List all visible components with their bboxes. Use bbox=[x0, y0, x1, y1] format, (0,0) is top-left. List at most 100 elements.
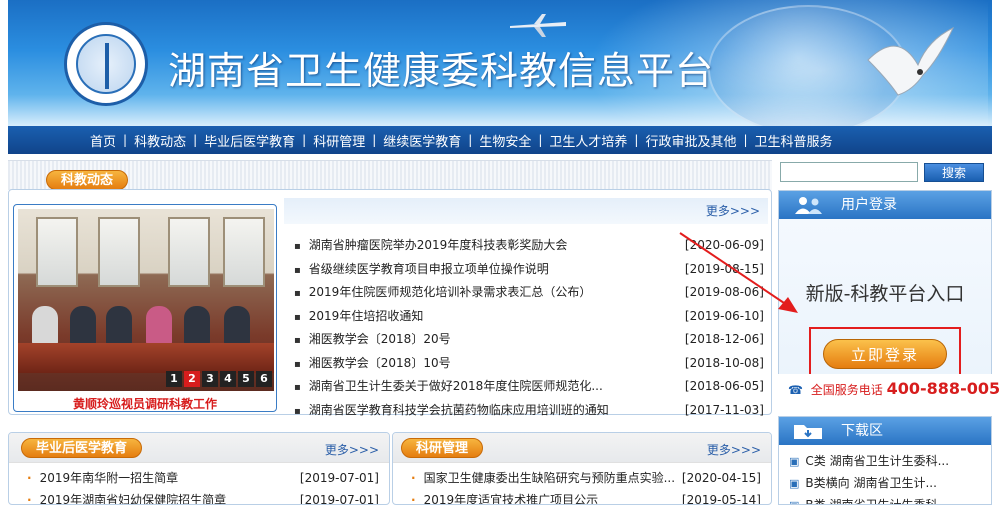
news-date: [2018-10-08] bbox=[684, 355, 764, 370]
download-item[interactable]: B类 湖南省卫生计生委科... bbox=[779, 494, 991, 504]
list-item[interactable]: 2019年住院医师规范化培训补录需求表汇总（公布） [2019-08-06] bbox=[284, 281, 768, 305]
news-title[interactable]: 湖南省卫生计生委关于做好2018年度住院医师规范化... bbox=[294, 375, 603, 399]
list-item[interactable]: 湘医教学会〔2018〕20号 [2018-12-06] bbox=[284, 328, 768, 352]
users-icon bbox=[795, 197, 822, 214]
news-more-link[interactable]: 更多>>> bbox=[706, 204, 760, 218]
login-panel-head: 用户登录 bbox=[779, 191, 991, 219]
list-item[interactable]: 湖南省卫生计生委关于做好2018年度住院医师规范化... [2018-06-05] bbox=[284, 375, 768, 399]
graduate-more-link[interactable]: 更多>>> bbox=[325, 441, 379, 458]
graduate-education-panel: 毕业后医学教育 更多>>> 2019年南华附一招生简章[2019-07-01] … bbox=[8, 432, 390, 505]
search-input[interactable] bbox=[780, 162, 918, 182]
photo-window bbox=[223, 217, 265, 287]
login-highlight-frame: 立即登录 bbox=[809, 327, 961, 381]
news-panel: 1 2 3 4 5 6 黄顺玲巡视员调研科教工作 更多>>> 湖南省肿瘤医院举办… bbox=[8, 189, 772, 417]
photo-caption[interactable]: 黄顺玲巡视员调研科教工作 bbox=[18, 395, 272, 412]
news-date: [2017-11-03] bbox=[684, 402, 764, 417]
phone-icon: ☎ bbox=[788, 383, 803, 397]
photo-window bbox=[168, 217, 210, 287]
site-title: 湖南省卫生健康委科教信息平台 bbox=[168, 49, 715, 93]
pager-2[interactable]: 2 bbox=[184, 371, 200, 387]
list-item[interactable]: 2019年度适宜技术推广项目公示 [2019-05-14] bbox=[393, 489, 771, 505]
news-date: [2019-08-15] bbox=[684, 261, 764, 276]
research-management-panel: 科研管理 更多>>> 国家卫生健康委出生缺陷研究与预防重点实验... [2020-… bbox=[392, 432, 772, 505]
news-date: [2018-12-06] bbox=[684, 332, 764, 346]
research-tab[interactable]: 科研管理 bbox=[401, 438, 484, 458]
airplane-icon bbox=[510, 14, 566, 37]
photo-person bbox=[70, 306, 96, 346]
login-panel: 用户登录 新版-科教平台入口 立即登录 bbox=[778, 190, 992, 392]
graduate-date: [2019-07-01] bbox=[299, 471, 379, 485]
research-panel-head: 科研管理 更多>>> bbox=[393, 433, 771, 463]
news-title[interactable]: 省级继续医学教育项目申报立项单位操作说明 bbox=[294, 258, 549, 282]
nav-graduate-education[interactable]: 毕业后医学教育 bbox=[197, 131, 302, 150]
list-item[interactable]: 省级继续医学教育项目申报立项单位操作说明 [2019-08-15] bbox=[284, 258, 768, 282]
research-more-link[interactable]: 更多>>> bbox=[707, 441, 761, 458]
graduate-tab[interactable]: 毕业后医学教育 bbox=[21, 438, 143, 458]
site-header: 湖南省卫生健康委科教信息平台 bbox=[8, 0, 992, 126]
news-title[interactable]: 湘医教学会〔2018〕20号 bbox=[294, 328, 451, 352]
hotline-number: 400-888-0052 bbox=[886, 379, 1000, 398]
photo-person bbox=[224, 306, 250, 346]
slider-pager: 1 2 3 4 5 6 bbox=[166, 371, 272, 387]
news-title[interactable]: 湖南省肿瘤医院举办2019年度科技表彰奖励大会 bbox=[294, 234, 568, 258]
news-photo[interactable]: 1 2 3 4 5 6 bbox=[18, 209, 274, 391]
health-commission-logo bbox=[64, 22, 148, 106]
pager-4[interactable]: 4 bbox=[220, 371, 236, 387]
research-title[interactable]: 国家卫生健康委出生缺陷研究与预防重点实验... bbox=[411, 467, 675, 489]
folder-download-icon bbox=[794, 425, 822, 439]
login-title: 新版-科教平台入口 bbox=[805, 283, 965, 305]
service-hotline: ☎ 全国服务电话 400-888-0052 bbox=[778, 374, 1000, 404]
pager-6[interactable]: 6 bbox=[256, 371, 272, 387]
photo-person bbox=[106, 306, 132, 346]
nav-continuing-education[interactable]: 继续医学教育 bbox=[376, 131, 468, 150]
graduate-panel-head: 毕业后医学教育 更多>>> bbox=[9, 433, 389, 463]
list-item[interactable]: 湖南省肿瘤医院举办2019年度科技表彰奖励大会 [2020-06-09] bbox=[284, 234, 768, 258]
news-title[interactable]: 湘医教学会〔2018〕10号 bbox=[294, 352, 451, 376]
download-item[interactable]: C类 湖南省卫生计生委科... bbox=[779, 450, 991, 472]
list-item[interactable]: 湖南省医学教育科技学会抗菌药物临床应用培训班的通知 [2017-11-03] bbox=[284, 399, 768, 423]
news-title[interactable]: 湖南省医学教育科技学会抗菌药物临床应用培训班的通知 bbox=[294, 399, 609, 423]
login-button[interactable]: 立即登录 bbox=[823, 339, 947, 369]
graduate-title[interactable]: 2019年湖南省妇幼保健院招生简章 bbox=[27, 489, 227, 504]
list-item[interactable]: 2019年湖南省妇幼保健院招生简章 [2019-07-01] bbox=[9, 489, 389, 505]
list-item[interactable]: 2019年住培招收通知 [2019-06-10] bbox=[284, 305, 768, 329]
news-date: [2018-06-05] bbox=[684, 379, 764, 393]
news-more-bar: 更多>>> bbox=[284, 198, 768, 224]
download-item[interactable]: B类横向 湖南省卫生计... bbox=[779, 472, 991, 494]
nav-home[interactable]: 首页 bbox=[83, 131, 123, 150]
nav-admin-approval[interactable]: 行政审批及其他 bbox=[638, 131, 743, 150]
news-date: [2019-06-10] bbox=[684, 308, 764, 323]
download-head-label: 下载区 bbox=[841, 423, 883, 439]
graduate-title[interactable]: 2019年南华附一招生简章 bbox=[27, 467, 179, 489]
search-button[interactable]: 搜索 bbox=[924, 163, 984, 182]
download-panel: 下载区 C类 湖南省卫生计生委科... B类横向 湖南省卫生计... B类 湖南… bbox=[778, 416, 992, 505]
nav-research-news[interactable]: 科教动态 bbox=[127, 131, 193, 150]
photo-slider: 1 2 3 4 5 6 黄顺玲巡视员调研科教工作 bbox=[13, 204, 277, 412]
pager-5[interactable]: 5 bbox=[238, 371, 254, 387]
news-list: 更多>>> 湖南省肿瘤医院举办2019年度科技表彰奖励大会 [2020-06-09… bbox=[284, 198, 768, 422]
pager-1[interactable]: 1 bbox=[166, 371, 182, 387]
main-nav: 首页 | 科教动态 | 毕业后医学教育 | 科研管理 | 继续医学教育 | 生物… bbox=[8, 126, 992, 154]
login-head-label: 用户登录 bbox=[841, 197, 897, 213]
news-title[interactable]: 2019年住院医师规范化培训补录需求表汇总（公布） bbox=[294, 281, 592, 305]
photo-table bbox=[18, 343, 274, 373]
photo-window bbox=[36, 217, 78, 287]
list-item[interactable]: 湘医教学会〔2018〕10号 [2018-10-08] bbox=[284, 352, 768, 376]
research-date: [2019-05-14] bbox=[681, 493, 761, 505]
photo-person bbox=[146, 306, 172, 346]
nav-talent-training[interactable]: 卫生人才培养 bbox=[542, 131, 634, 150]
news-date: [2020-06-09] bbox=[684, 238, 764, 252]
photo-person bbox=[184, 306, 210, 346]
research-title[interactable]: 2019年度适宜技术推广项目公示 bbox=[411, 489, 599, 504]
news-date: [2019-08-06] bbox=[684, 285, 764, 299]
news-title[interactable]: 2019年住培招收通知 bbox=[294, 305, 424, 329]
list-item[interactable]: 2019年南华附一招生简章 [2019-07-01] bbox=[9, 467, 389, 489]
login-body: 新版-科教平台入口 立即登录 bbox=[779, 219, 991, 391]
pager-3[interactable]: 3 bbox=[202, 371, 218, 387]
nav-research-management[interactable]: 科研管理 bbox=[306, 131, 372, 150]
list-item[interactable]: 国家卫生健康委出生缺陷研究与预防重点实验... [2020-04-15] bbox=[393, 467, 771, 489]
nav-science-popularization[interactable]: 卫生科普服务 bbox=[748, 131, 840, 150]
news-tab[interactable]: 科教动态 bbox=[46, 170, 129, 190]
graduate-date: [2019-07-01] bbox=[299, 493, 379, 505]
nav-biosafety[interactable]: 生物安全 bbox=[472, 131, 538, 150]
